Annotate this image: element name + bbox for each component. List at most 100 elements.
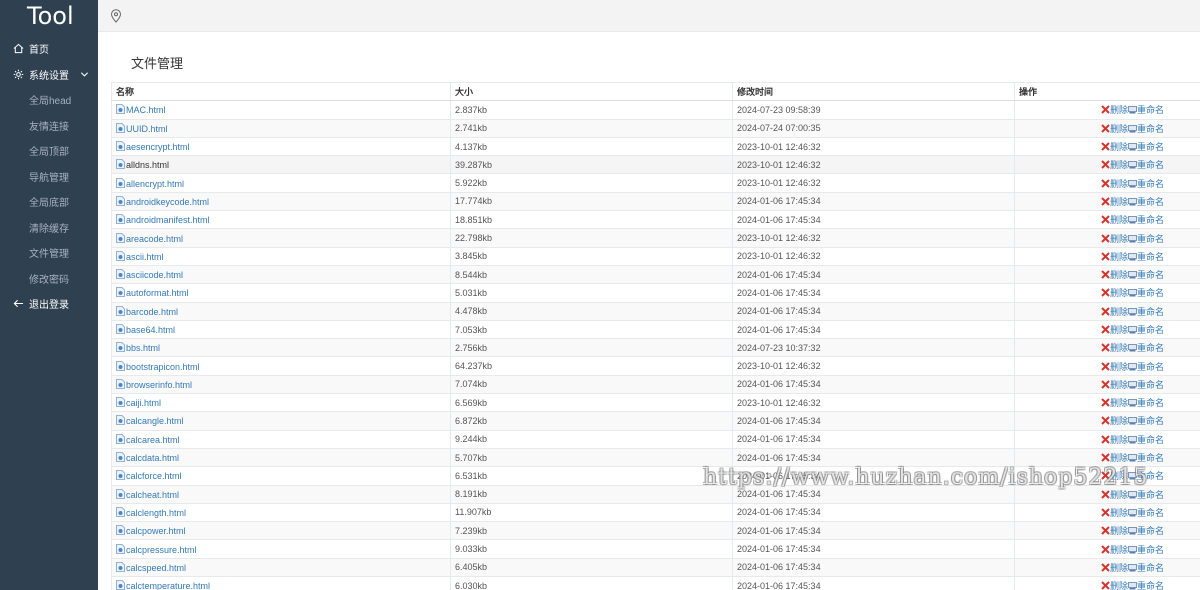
red-x-icon[interactable] (1101, 508, 1110, 517)
red-x-icon[interactable] (1101, 581, 1110, 590)
sidebar-item-global-bottom[interactable]: 全局底部 (0, 189, 98, 215)
file-link[interactable]: areacode.html (126, 234, 183, 244)
file-link[interactable]: bootstrapicon.html (126, 362, 200, 372)
red-x-icon[interactable] (1101, 142, 1110, 151)
red-x-icon[interactable] (1101, 380, 1110, 389)
rename-link[interactable]: 重命名 (1137, 105, 1164, 115)
file-link[interactable]: aesencrypt.html (126, 142, 190, 152)
file-link[interactable]: calcheat.html (126, 490, 179, 500)
file-link[interactable]: calcarea.html (126, 435, 180, 445)
delete-link[interactable]: 删除 (1110, 380, 1128, 390)
rename-link[interactable]: 重命名 (1137, 563, 1164, 573)
rename-icon[interactable] (1128, 234, 1137, 243)
rename-icon[interactable] (1128, 142, 1137, 151)
rename-link[interactable]: 重命名 (1137, 288, 1164, 298)
rename-link[interactable]: 重命名 (1137, 142, 1164, 152)
delete-link[interactable]: 删除 (1110, 471, 1128, 481)
rename-link[interactable]: 重命名 (1137, 362, 1164, 372)
red-x-icon[interactable] (1101, 453, 1110, 462)
file-link[interactable]: caiji.html (126, 398, 161, 408)
file-link[interactable]: allencrypt.html (126, 179, 184, 189)
column-header-name[interactable]: 名称 (111, 81, 451, 102)
red-x-icon[interactable] (1101, 471, 1110, 481)
file-link[interactable]: ascii.html (126, 252, 164, 262)
rename-icon[interactable] (1128, 288, 1137, 297)
file-link[interactable]: asciicode.html (126, 270, 183, 280)
rename-icon[interactable] (1128, 545, 1137, 554)
rename-link[interactable]: 重命名 (1137, 508, 1164, 518)
sidebar-item-nav-manage[interactable]: 导航管理 (0, 164, 98, 190)
rename-link[interactable]: 重命名 (1137, 215, 1164, 225)
sidebar-item-system-settings[interactable]: 系统设置 (0, 62, 98, 88)
red-x-icon[interactable] (1101, 197, 1110, 206)
file-link[interactable]: calcforce.html (126, 471, 182, 481)
red-x-icon[interactable] (1101, 306, 1110, 316)
sidebar-item-global-head[interactable]: 全局head (0, 87, 98, 113)
rename-icon[interactable] (1128, 179, 1137, 188)
delete-link[interactable]: 删除 (1110, 416, 1128, 426)
red-x-icon[interactable] (1101, 544, 1110, 554)
delete-link[interactable]: 删除 (1110, 197, 1128, 207)
delete-link[interactable]: 删除 (1110, 435, 1128, 445)
rename-link[interactable]: 重命名 (1137, 124, 1164, 134)
rename-icon[interactable] (1128, 307, 1137, 316)
file-link[interactable]: calcspeed.html (126, 563, 186, 573)
file-link[interactable]: barcode.html (126, 307, 178, 317)
delete-link[interactable]: 删除 (1110, 270, 1128, 280)
delete-link[interactable]: 删除 (1110, 325, 1128, 335)
rename-icon[interactable] (1128, 270, 1137, 279)
rename-icon[interactable] (1128, 160, 1137, 169)
rename-icon[interactable] (1128, 124, 1137, 133)
delete-link[interactable]: 删除 (1110, 307, 1128, 317)
rename-icon[interactable] (1128, 343, 1137, 352)
file-link[interactable]: alldns.html (126, 160, 169, 170)
red-x-icon[interactable] (1101, 215, 1110, 224)
red-x-icon[interactable] (1101, 178, 1110, 188)
rename-link[interactable]: 重命名 (1137, 471, 1164, 481)
delete-link[interactable]: 删除 (1110, 398, 1128, 408)
delete-link[interactable]: 删除 (1110, 362, 1128, 372)
delete-link[interactable]: 删除 (1110, 563, 1128, 573)
delete-link[interactable]: 删除 (1110, 105, 1128, 115)
rename-link[interactable]: 重命名 (1137, 197, 1164, 207)
rename-link[interactable]: 重命名 (1137, 581, 1164, 590)
rename-link[interactable]: 重命名 (1137, 380, 1164, 390)
rename-icon[interactable] (1128, 215, 1137, 224)
rename-icon[interactable] (1128, 197, 1137, 206)
delete-link[interactable]: 删除 (1110, 288, 1128, 298)
rename-icon[interactable] (1128, 453, 1137, 462)
rename-link[interactable]: 重命名 (1137, 270, 1164, 280)
rename-icon[interactable] (1128, 526, 1137, 535)
red-x-icon[interactable] (1101, 563, 1110, 572)
delete-link[interactable]: 删除 (1110, 545, 1128, 555)
sidebar-item-global-top[interactable]: 全局顶部 (0, 138, 98, 164)
rename-link[interactable]: 重命名 (1137, 325, 1164, 335)
map-pin-icon[interactable] (110, 9, 122, 23)
rename-link[interactable]: 重命名 (1137, 307, 1164, 317)
red-x-icon[interactable] (1101, 435, 1110, 444)
file-link[interactable]: bbs.html (126, 343, 160, 353)
delete-link[interactable]: 删除 (1110, 252, 1128, 262)
delete-link[interactable]: 删除 (1110, 343, 1128, 353)
rename-icon[interactable] (1128, 490, 1137, 499)
red-x-icon[interactable] (1101, 361, 1110, 371)
rename-link[interactable]: 重命名 (1137, 416, 1164, 426)
rename-link[interactable]: 重命名 (1137, 179, 1164, 189)
file-link[interactable]: calcdata.html (126, 453, 179, 463)
red-x-icon[interactable] (1101, 288, 1110, 298)
delete-link[interactable]: 删除 (1110, 179, 1128, 189)
rename-icon[interactable] (1128, 471, 1137, 480)
file-link[interactable]: calcangle.html (126, 416, 184, 426)
delete-link[interactable]: 删除 (1110, 160, 1128, 170)
red-x-icon[interactable] (1101, 526, 1110, 535)
rename-icon[interactable] (1128, 416, 1137, 425)
file-link[interactable]: calcpressure.html (126, 545, 197, 555)
rename-link[interactable]: 重命名 (1137, 160, 1164, 170)
file-link[interactable]: calctemperature.html (126, 581, 210, 590)
red-x-icon[interactable] (1101, 489, 1110, 499)
rename-link[interactable]: 重命名 (1137, 545, 1164, 555)
rename-icon[interactable] (1128, 581, 1137, 590)
file-link[interactable]: browserinfo.html (126, 380, 192, 390)
file-link[interactable]: UUID.html (126, 124, 168, 134)
file-link[interactable]: base64.html (126, 325, 175, 335)
